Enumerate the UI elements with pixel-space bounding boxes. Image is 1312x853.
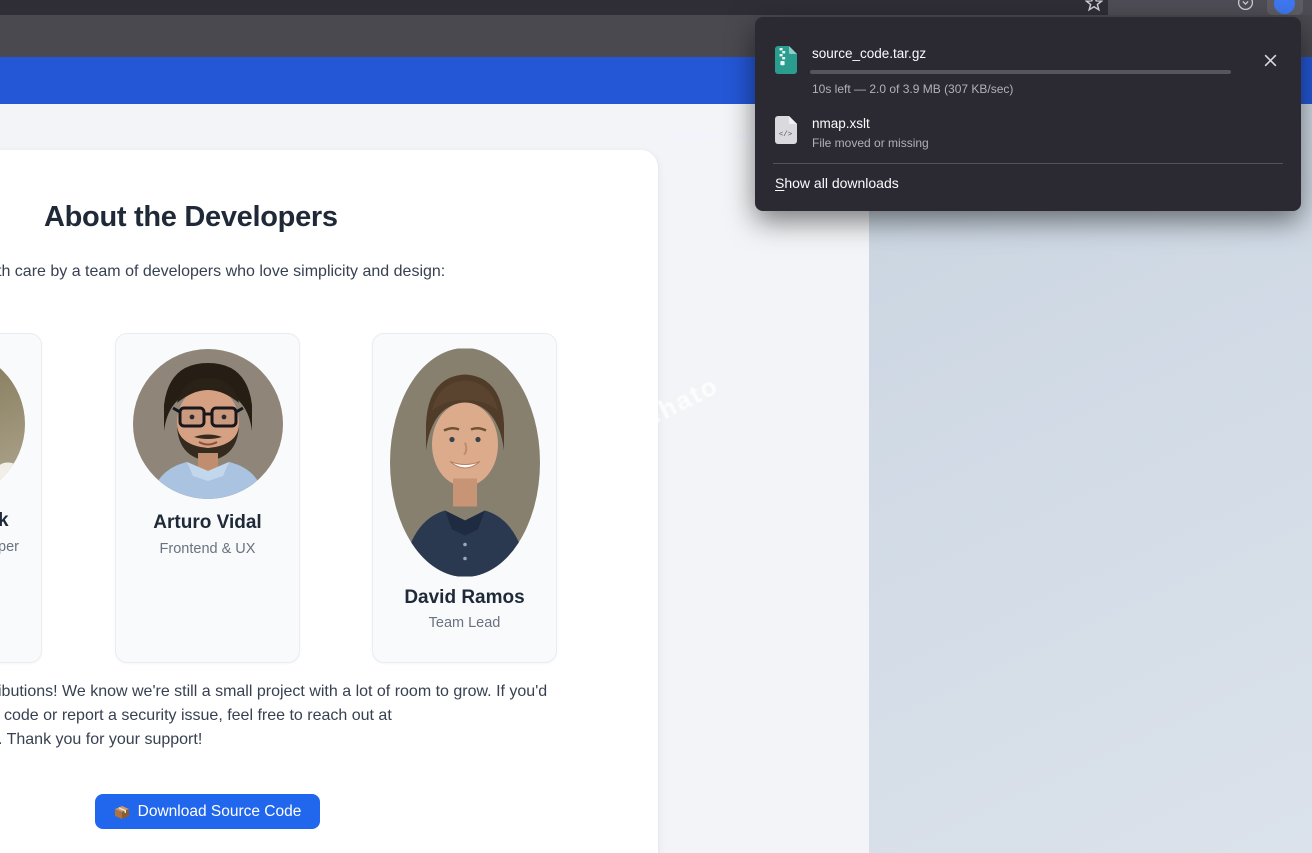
intro-paragraph: th care by a team of developers who love… <box>0 263 445 281</box>
show-all-downloads-link[interactable]: Show all downloads <box>775 175 899 191</box>
member-name-fragment: k <box>0 510 9 532</box>
code-file-icon: </> <box>774 116 797 144</box>
member-name: Arturo Vidal <box>116 512 299 534</box>
team-member-card-partial <box>0 333 42 663</box>
download-item[interactable]: source_code.tar.gz 10s left — 2.0 of 3.9… <box>755 46 1301 100</box>
outro-line: code or report a security issue, feel fr… <box>4 707 392 725</box>
downloads-indicator-icon[interactable] <box>1237 0 1254 15</box>
page-title: About the Developers <box>44 201 338 234</box>
show-all-rest: how all downloads <box>784 175 898 191</box>
download-item[interactable]: </> nmap.xslt File moved or missing <box>755 116 1301 164</box>
bookmark-star-icon[interactable] <box>1085 0 1103 15</box>
download-source-label: Download Source Code <box>138 803 302 821</box>
download-filename: nmap.xslt <box>812 116 870 131</box>
background-panel <box>869 104 1312 853</box>
download-progress-bar <box>810 70 1231 74</box>
account-button[interactable] <box>1267 0 1303 15</box>
zip-file-icon <box>774 46 797 74</box>
avatar-photo <box>0 349 25 499</box>
download-filename: source_code.tar.gz <box>812 46 926 61</box>
outro-line: ibutions! We know we're still a small pr… <box>0 683 547 701</box>
team-member-card: Arturo Vidal Frontend & UX <box>115 333 300 663</box>
downloads-panel: source_code.tar.gz 10s left — 2.0 of 3.9… <box>755 17 1301 211</box>
nav-link-about[interactable]: Ab <box>736 129 756 147</box>
member-role: Frontend & UX <box>116 541 299 557</box>
account-avatar-icon <box>1274 0 1295 14</box>
panel-divider <box>773 163 1283 164</box>
accesskey-letter: S <box>775 175 784 191</box>
browser-top-strip <box>0 0 1312 15</box>
download-status: File moved or missing <box>812 136 929 150</box>
screen: About the Developers th care by a team o… <box>0 0 1312 853</box>
team-member-card: David Ramos Team Lead <box>372 333 557 663</box>
member-role-fragment: per <box>0 539 19 555</box>
page-content: About the Developers th care by a team o… <box>0 104 1312 853</box>
member-name: David Ramos <box>373 587 556 609</box>
cancel-download-button[interactable] <box>1256 46 1284 74</box>
outro-line: . Thank you for your support! <box>0 731 202 749</box>
download-status: 10s left — 2.0 of 3.9 MB (307 KB/sec) <box>812 82 1013 96</box>
download-source-button[interactable]: Download Source Code <box>95 794 320 829</box>
svg-text:</>: </> <box>779 131 793 139</box>
nav-link-home[interactable]: Home <box>674 129 717 147</box>
avatar-photo <box>133 349 283 499</box>
member-role: Team Lead <box>373 615 556 631</box>
package-icon <box>114 804 130 820</box>
avatar-photo <box>390 348 540 577</box>
